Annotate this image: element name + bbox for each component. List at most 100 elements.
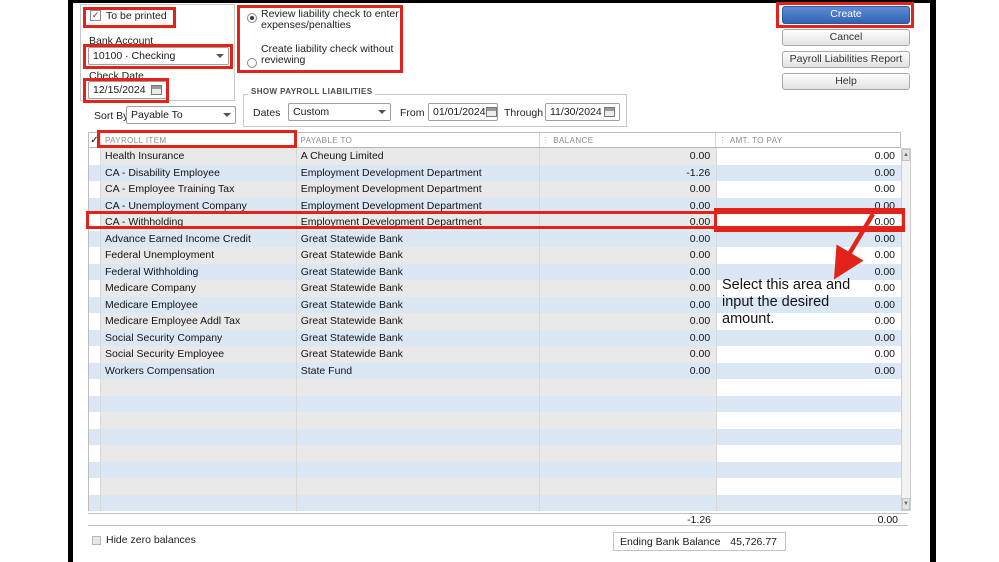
cell-payable-to[interactable] (296, 445, 541, 462)
cell-balance[interactable] (540, 428, 718, 445)
cell-amt-to-pay[interactable] (717, 445, 902, 462)
cell-payable-to[interactable] (296, 478, 541, 495)
header-payroll-item[interactable]: PAYROLL ITEM (101, 133, 297, 147)
check-date-field[interactable]: 12/15/2024 (88, 81, 167, 99)
to-be-printed-checkbox[interactable]: ✓ (90, 10, 101, 21)
cell-amt-to-pay[interactable] (717, 395, 902, 412)
cell-amt-to-pay[interactable] (717, 478, 902, 495)
cell-check[interactable] (89, 346, 101, 363)
help-button[interactable]: Help (782, 73, 910, 90)
payroll-liabilities-report-button[interactable]: Payroll Liabilities Report (782, 51, 910, 68)
column-resize-handle[interactable]: ⋮ (542, 136, 550, 145)
table-row[interactable]: CA - Disability Employee Employment Devel… (89, 164, 902, 181)
cell-balance[interactable]: 0.00 (540, 280, 718, 297)
create-button[interactable]: Create (782, 6, 910, 24)
cell-balance[interactable]: 0.00 (540, 296, 718, 313)
cell-payable-to[interactable] (296, 379, 541, 396)
cell-payable-to[interactable] (296, 428, 541, 445)
cell-balance[interactable]: 0.00 (540, 148, 718, 165)
cell-payable-to[interactable] (296, 494, 541, 511)
cell-payroll-item[interactable] (100, 494, 297, 511)
cell-amt-to-pay[interactable]: 0.00 (717, 148, 902, 165)
cell-check[interactable] (89, 494, 101, 511)
cell-amt-to-pay[interactable]: 0.00 (717, 247, 902, 264)
cell-payable-to[interactable]: Great Statewide Bank (296, 280, 541, 297)
create-without-review-radio[interactable] (247, 58, 257, 68)
cell-payroll-item[interactable]: CA - Disability Employee (100, 164, 297, 181)
cell-payable-to[interactable]: Great Statewide Bank (296, 329, 541, 346)
cell-balance[interactable]: 0.00 (540, 362, 718, 379)
cell-amt-to-pay[interactable] (717, 428, 902, 445)
cell-payroll-item[interactable] (100, 478, 297, 495)
cell-balance[interactable] (540, 395, 718, 412)
cell-check[interactable] (89, 362, 101, 379)
cell-check[interactable] (89, 214, 101, 231)
cell-payroll-item[interactable]: Federal Withholding (100, 263, 297, 280)
cell-check[interactable] (89, 263, 101, 280)
table-row[interactable] (89, 494, 902, 511)
cell-check[interactable] (89, 164, 101, 181)
cell-payroll-item[interactable] (100, 428, 297, 445)
cell-payroll-item[interactable] (100, 445, 297, 462)
cell-payroll-item[interactable]: CA - Employee Training Tax (100, 181, 297, 198)
table-row[interactable]: Social Security Employee Great Statewide … (89, 346, 902, 363)
table-row[interactable] (89, 412, 902, 429)
cell-check[interactable] (89, 478, 101, 495)
cell-payable-to[interactable]: Great Statewide Bank (296, 346, 541, 363)
cell-payroll-item[interactable]: CA - Withholding (100, 214, 297, 231)
cell-payroll-item[interactable]: CA - Unemployment Company (100, 197, 297, 214)
dates-dropdown[interactable]: Custom (288, 103, 391, 121)
cell-payable-to[interactable] (296, 395, 541, 412)
cell-check[interactable] (89, 313, 101, 330)
sort-by-dropdown[interactable]: Payable To (126, 106, 236, 124)
cell-check[interactable] (89, 148, 101, 165)
cell-check[interactable] (89, 428, 101, 445)
cell-payable-to[interactable] (296, 461, 541, 478)
table-row[interactable] (89, 379, 902, 396)
cell-check[interactable] (89, 445, 101, 462)
cell-payroll-item[interactable] (100, 379, 297, 396)
table-row[interactable]: Federal Unemployment Great Statewide Bank… (89, 247, 902, 264)
cell-amt-to-pay[interactable]: 0.00 (717, 230, 902, 247)
cell-check[interactable] (89, 181, 101, 198)
calendar-icon[interactable] (485, 107, 497, 117)
header-payable-to[interactable]: PAYABLE TO (296, 133, 540, 147)
cell-balance[interactable]: 0.00 (540, 230, 718, 247)
table-row[interactable]: CA - Unemployment Company Employment Deve… (89, 197, 902, 214)
scroll-up-icon[interactable]: ▲ (902, 149, 910, 161)
cell-payable-to[interactable]: Great Statewide Bank (296, 230, 541, 247)
cell-balance[interactable]: 0.00 (540, 346, 718, 363)
cell-payroll-item[interactable]: Advance Earned Income Credit (100, 230, 297, 247)
cell-balance[interactable]: -1.26 (540, 164, 718, 181)
table-row[interactable]: Social Security Company Great Statewide B… (89, 329, 902, 346)
cell-payroll-item[interactable]: Social Security Company (100, 329, 297, 346)
cell-amt-to-pay[interactable]: 0.00 (717, 214, 902, 231)
cell-payroll-item[interactable]: Medicare Employee Addl Tax (100, 313, 297, 330)
cell-balance[interactable] (540, 494, 718, 511)
cell-amt-to-pay[interactable]: 0.00 (717, 346, 902, 363)
cell-check[interactable] (89, 329, 101, 346)
cell-check[interactable] (89, 379, 101, 396)
table-row[interactable] (89, 445, 902, 462)
cell-amt-to-pay[interactable] (717, 412, 902, 429)
cell-check[interactable] (89, 247, 101, 264)
header-amt-to-pay[interactable]: ⋮ AMT. TO PAY (716, 133, 900, 147)
cell-payroll-item[interactable]: Health Insurance (100, 148, 297, 165)
cell-payable-to[interactable] (296, 412, 541, 429)
cell-payroll-item[interactable] (100, 461, 297, 478)
review-liability-radio[interactable] (247, 13, 257, 23)
cell-payable-to[interactable]: Employment Development Department (296, 164, 541, 181)
cell-payable-to[interactable]: Employment Development Department (296, 181, 541, 198)
vertical-scrollbar[interactable]: ▲ ▼ (901, 148, 911, 511)
cell-check[interactable] (89, 412, 101, 429)
cell-balance[interactable]: 0.00 (540, 214, 718, 231)
cell-amt-to-pay[interactable]: 0.00 (717, 362, 902, 379)
cell-payroll-item[interactable]: Federal Unemployment (100, 247, 297, 264)
cell-check[interactable] (89, 461, 101, 478)
cell-payable-to[interactable]: State Fund (296, 362, 541, 379)
through-date-field[interactable]: 11/30/2024 (545, 103, 620, 121)
cell-payable-to[interactable]: Employment Development Department (296, 214, 541, 231)
cell-payroll-item[interactable]: Workers Compensation (100, 362, 297, 379)
table-row[interactable] (89, 428, 902, 445)
cell-amt-to-pay[interactable]: 0.00 (717, 329, 902, 346)
